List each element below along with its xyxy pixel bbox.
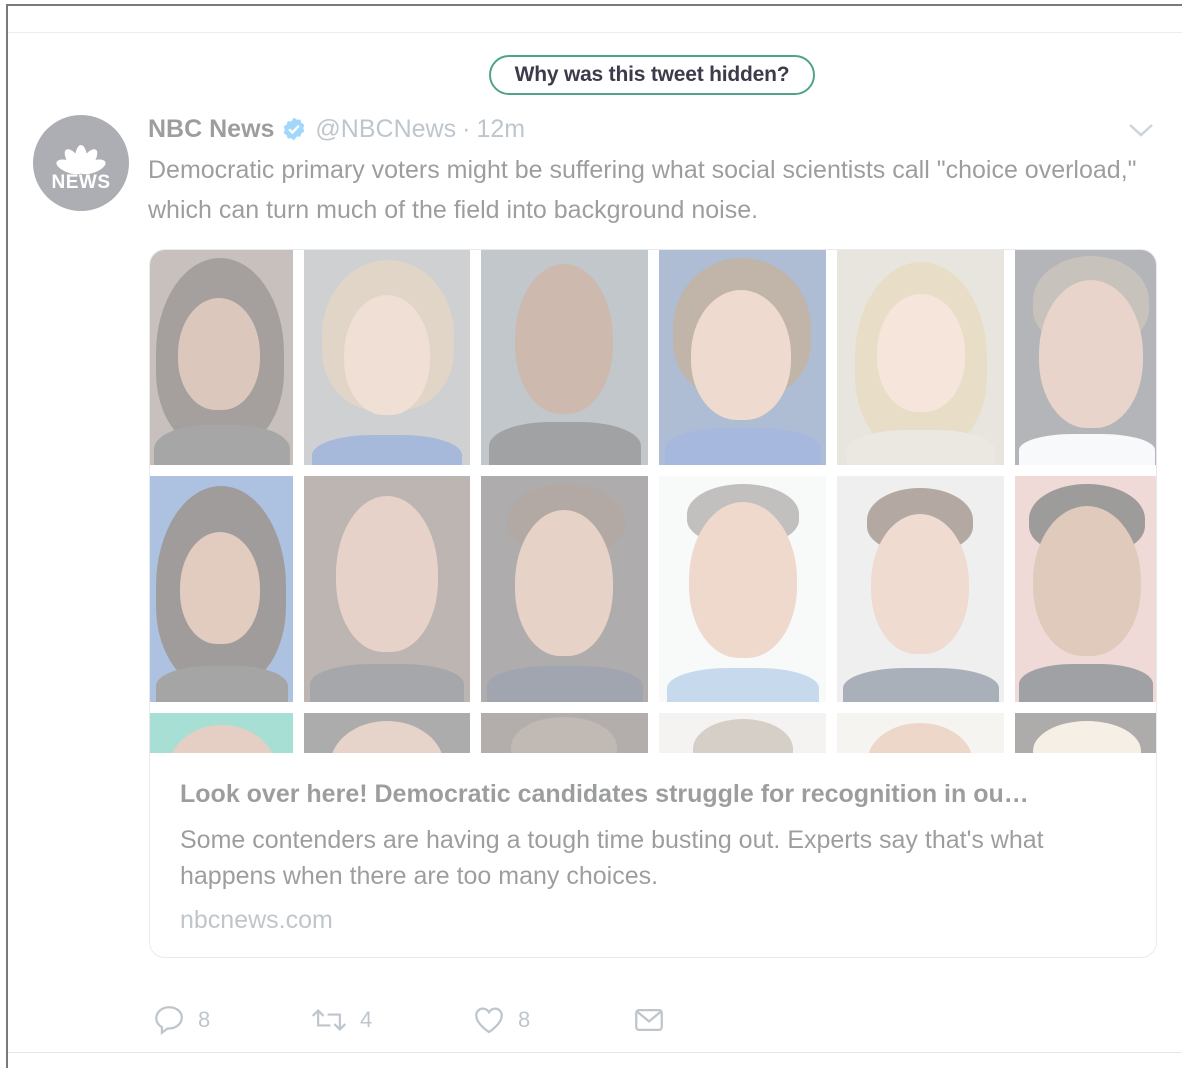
- retweet-button[interactable]: 4: [310, 1000, 372, 1040]
- card-photo-tile: [304, 250, 470, 465]
- tweet-timestamp[interactable]: 12m: [476, 115, 525, 144]
- card-photo-tile: [837, 476, 1004, 702]
- card-photo-tile: [304, 476, 470, 702]
- window-frame-top: [6, 4, 1182, 6]
- retweet-count: 4: [360, 1007, 373, 1032]
- envelope-icon: [635, 1008, 663, 1032]
- direct-message-button[interactable]: [632, 1000, 678, 1040]
- bottom-divider: [8, 1052, 1182, 1053]
- window-frame-left: [6, 4, 8, 1068]
- card-title: Look over here! Democratic candidates st…: [180, 780, 1029, 808]
- reply-icon: [155, 1006, 183, 1036]
- card-photo-tile: [659, 713, 826, 753]
- peacock-logo-icon: [56, 145, 106, 175]
- card-photo-tile: [837, 713, 1004, 753]
- top-divider: [8, 32, 1182, 33]
- card-photo-tile: [150, 713, 293, 753]
- tweet-text: Democratic primary voters might be suffe…: [148, 156, 1137, 224]
- card-photo-tile: [659, 476, 826, 702]
- why-hidden-button[interactable]: Why was this tweet hidden?: [489, 55, 815, 95]
- avatar[interactable]: NEWS: [33, 115, 129, 211]
- avatar-text: NEWS: [51, 172, 111, 193]
- card-photo-tile: [1015, 250, 1156, 465]
- header-separator: ·: [462, 114, 471, 143]
- card-image: [150, 250, 1156, 753]
- why-hidden-label: Why was this tweet hidden?: [514, 63, 790, 86]
- card-photo-tile: [481, 476, 648, 702]
- heart-icon: [475, 1007, 503, 1034]
- reply-button[interactable]: 8: [152, 1000, 210, 1040]
- card-photo-tile: [659, 250, 826, 465]
- tweet-actions: 8 4 8: [150, 1000, 750, 1040]
- reply-count: 8: [198, 1007, 211, 1032]
- like-count: 8: [518, 1007, 531, 1032]
- card-photo-tile: [150, 250, 293, 465]
- card-photo-tile: [1015, 476, 1156, 702]
- card-photo-tile: [837, 250, 1004, 465]
- author-name[interactable]: NBC News: [148, 115, 274, 144]
- chevron-down-icon[interactable]: [1126, 118, 1156, 142]
- card-description: Some contenders are having a tough time …: [180, 826, 1044, 890]
- card-photo-tile: [304, 713, 470, 753]
- card-photo-tile: [1015, 713, 1156, 753]
- card-photo-tile: [150, 476, 293, 702]
- tweet-header: NBC News @NBCNews · 12m: [148, 113, 525, 145]
- like-button[interactable]: 8: [472, 1000, 530, 1040]
- author-handle[interactable]: @NBCNews: [315, 115, 456, 144]
- retweet-icon: [311, 1008, 347, 1032]
- card-photo-tile: [481, 713, 648, 753]
- verified-badge-icon: [284, 117, 305, 141]
- link-card[interactable]: Look over here! Democratic candidates st…: [149, 249, 1157, 958]
- card-domain: nbcnews.com: [180, 906, 333, 934]
- card-photo-tile: [481, 250, 648, 465]
